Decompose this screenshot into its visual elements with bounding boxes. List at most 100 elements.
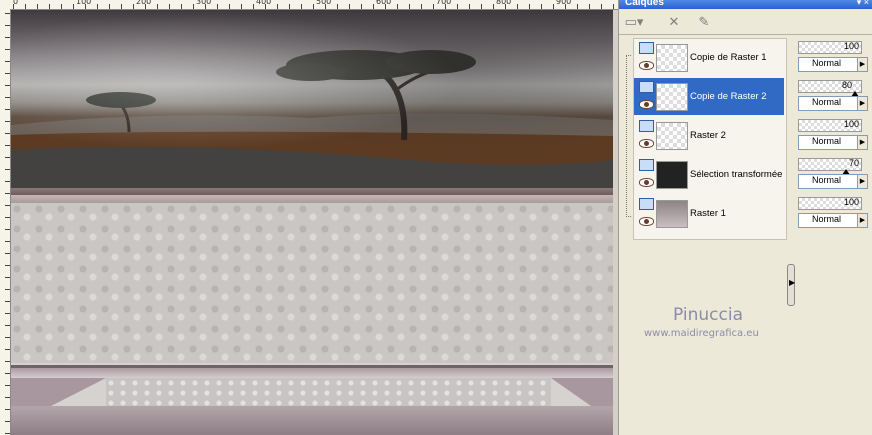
visibility-eye-icon[interactable] <box>639 217 654 226</box>
ruler-tick <box>5 325 10 326</box>
ruler-tick <box>5 85 10 86</box>
blend-mode-value: Normal <box>812 214 842 224</box>
ruler-tick <box>277 4 278 9</box>
blend-mode-select[interactable]: Normal ▶ <box>798 135 868 150</box>
layer-properties: 80 Normal ▶ <box>796 77 868 114</box>
ruler-tick <box>5 229 10 230</box>
ruler-tick <box>109 4 110 9</box>
layer-row[interactable]: Copie de Raster 1 <box>634 39 784 76</box>
visibility-eye-icon[interactable] <box>639 178 654 187</box>
ruler-tick <box>5 337 10 338</box>
opacity-slider[interactable]: 100 <box>798 41 862 54</box>
layer-type-icon <box>639 198 654 210</box>
ruler-tick-label: 200 <box>136 0 152 6</box>
floral-wall-pattern <box>11 203 613 363</box>
ruler-tick <box>349 4 350 9</box>
ruler-tick <box>5 265 10 266</box>
ruler-tick <box>517 4 518 9</box>
watermark-url: www.maidiregrafica.eu <box>644 328 759 339</box>
visibility-eye-icon[interactable] <box>639 61 654 70</box>
delete-layer-icon[interactable]: ✕ <box>663 12 685 32</box>
blend-mode-select[interactable]: Normal ▶ <box>798 213 868 228</box>
floor-center-pattern <box>106 378 551 406</box>
opacity-value: 100 <box>843 197 859 207</box>
opacity-slider[interactable]: 100 <box>798 119 862 132</box>
watermark-name: Pinuccia <box>673 305 743 325</box>
ruler-tick <box>5 217 10 218</box>
layer-thumbnail <box>656 44 688 72</box>
layer-properties: 100 Normal ▶ <box>796 194 868 231</box>
ruler-tick-label: 300 <box>196 0 212 6</box>
new-layer-icon[interactable]: ▭▾ <box>623 12 645 32</box>
ruler-tick-label: 800 <box>496 0 512 6</box>
opacity-slider[interactable]: 100 <box>798 197 862 210</box>
opacity-slider[interactable]: 80 <box>798 80 862 97</box>
dropdown-arrow-icon[interactable]: ▶ <box>857 97 867 110</box>
ruler-tick <box>5 145 10 146</box>
ruler-tick <box>565 4 566 9</box>
ruler-tick <box>373 4 374 9</box>
layer-row[interactable]: Copie de Raster 2 <box>634 78 784 115</box>
ruler-tick <box>5 49 10 50</box>
ruler-tick <box>5 241 10 242</box>
ruler-tick <box>5 157 10 158</box>
ruler-tick <box>193 4 194 9</box>
dropdown-arrow-icon[interactable]: ▶ <box>857 58 867 71</box>
visibility-eye-icon[interactable] <box>639 100 654 109</box>
edit-layer-icon[interactable]: ✎ <box>693 12 715 32</box>
ruler-tick <box>385 4 386 9</box>
layers-panel: Calques ▾ × ▭▾ ✕ ✎ Copie de Raster 1 Cop… <box>618 0 872 435</box>
ruler-tick <box>229 4 230 9</box>
ruler-tick <box>121 4 122 9</box>
layer-type-icon <box>639 42 654 54</box>
ruler-tick <box>5 169 10 170</box>
image-canvas[interactable] <box>11 10 613 435</box>
layer-name: Raster 1 <box>690 208 726 219</box>
opacity-slider[interactable]: 70 <box>798 158 862 175</box>
dropdown-arrow-icon[interactable]: ▶ <box>857 136 867 149</box>
ruler-tick <box>5 313 10 314</box>
ruler-tick <box>73 4 74 9</box>
blend-mode-select[interactable]: Normal ▶ <box>798 57 868 72</box>
ruler-tick <box>5 25 10 26</box>
ruler-tick <box>5 433 10 434</box>
layer-properties: 100 Normal ▶ <box>796 116 868 153</box>
layer-properties-column: 100 Normal ▶ 80 Normal ▶ 100 Normal ▶ 70 No… <box>796 38 872 238</box>
group-bracket <box>626 55 631 217</box>
blend-mode-select[interactable]: Normal ▶ <box>798 96 868 111</box>
ruler-tick <box>481 4 482 9</box>
dropdown-arrow-icon[interactable]: ▶ <box>857 214 867 227</box>
ruler-tick <box>5 409 10 410</box>
ruler-tick <box>613 4 614 9</box>
ruler-tick <box>5 397 10 398</box>
layer-list: Copie de Raster 1 Copie de Raster 2 Rast… <box>633 38 787 240</box>
expand-arrow-icon[interactable]: ▶ <box>789 278 795 287</box>
ruler-tick <box>253 4 254 9</box>
layer-row[interactable]: Raster 1 <box>634 195 784 232</box>
ruler-tick <box>337 4 338 9</box>
layer-type-icon <box>639 159 654 171</box>
ruler-tick <box>133 4 134 9</box>
ruler-tick <box>5 385 10 386</box>
layer-row[interactable]: Sélection transformée <box>634 156 784 193</box>
blend-mode-value: Normal <box>812 175 842 185</box>
ruler-tick <box>5 421 10 422</box>
ruler-tick <box>409 4 410 9</box>
horizontal-ruler: 0 100 200 300 400 500 600 700 800 900 <box>0 0 618 10</box>
opacity-value: 70 <box>848 158 859 168</box>
panel-titlebar[interactable]: Calques ▾ × <box>619 0 872 9</box>
ruler-tick <box>145 4 146 9</box>
visibility-eye-icon[interactable] <box>639 139 654 148</box>
panel-window-buttons[interactable]: ▾ × <box>857 0 869 8</box>
dropdown-arrow-icon[interactable]: ▶ <box>857 175 867 188</box>
layer-row[interactable]: Raster 2 <box>634 117 784 154</box>
ruler-tick <box>589 4 590 9</box>
ruler-tick <box>169 4 170 9</box>
blend-mode-select[interactable]: Normal ▶ <box>798 174 868 189</box>
layers-toolbar: ▭▾ ✕ ✎ <box>619 10 872 35</box>
ruler-tick <box>529 4 530 9</box>
ruler-tick <box>5 277 10 278</box>
ruler-tick <box>5 61 10 62</box>
ruler-tick-label: 900 <box>556 0 572 6</box>
ruler-tick <box>217 4 218 9</box>
